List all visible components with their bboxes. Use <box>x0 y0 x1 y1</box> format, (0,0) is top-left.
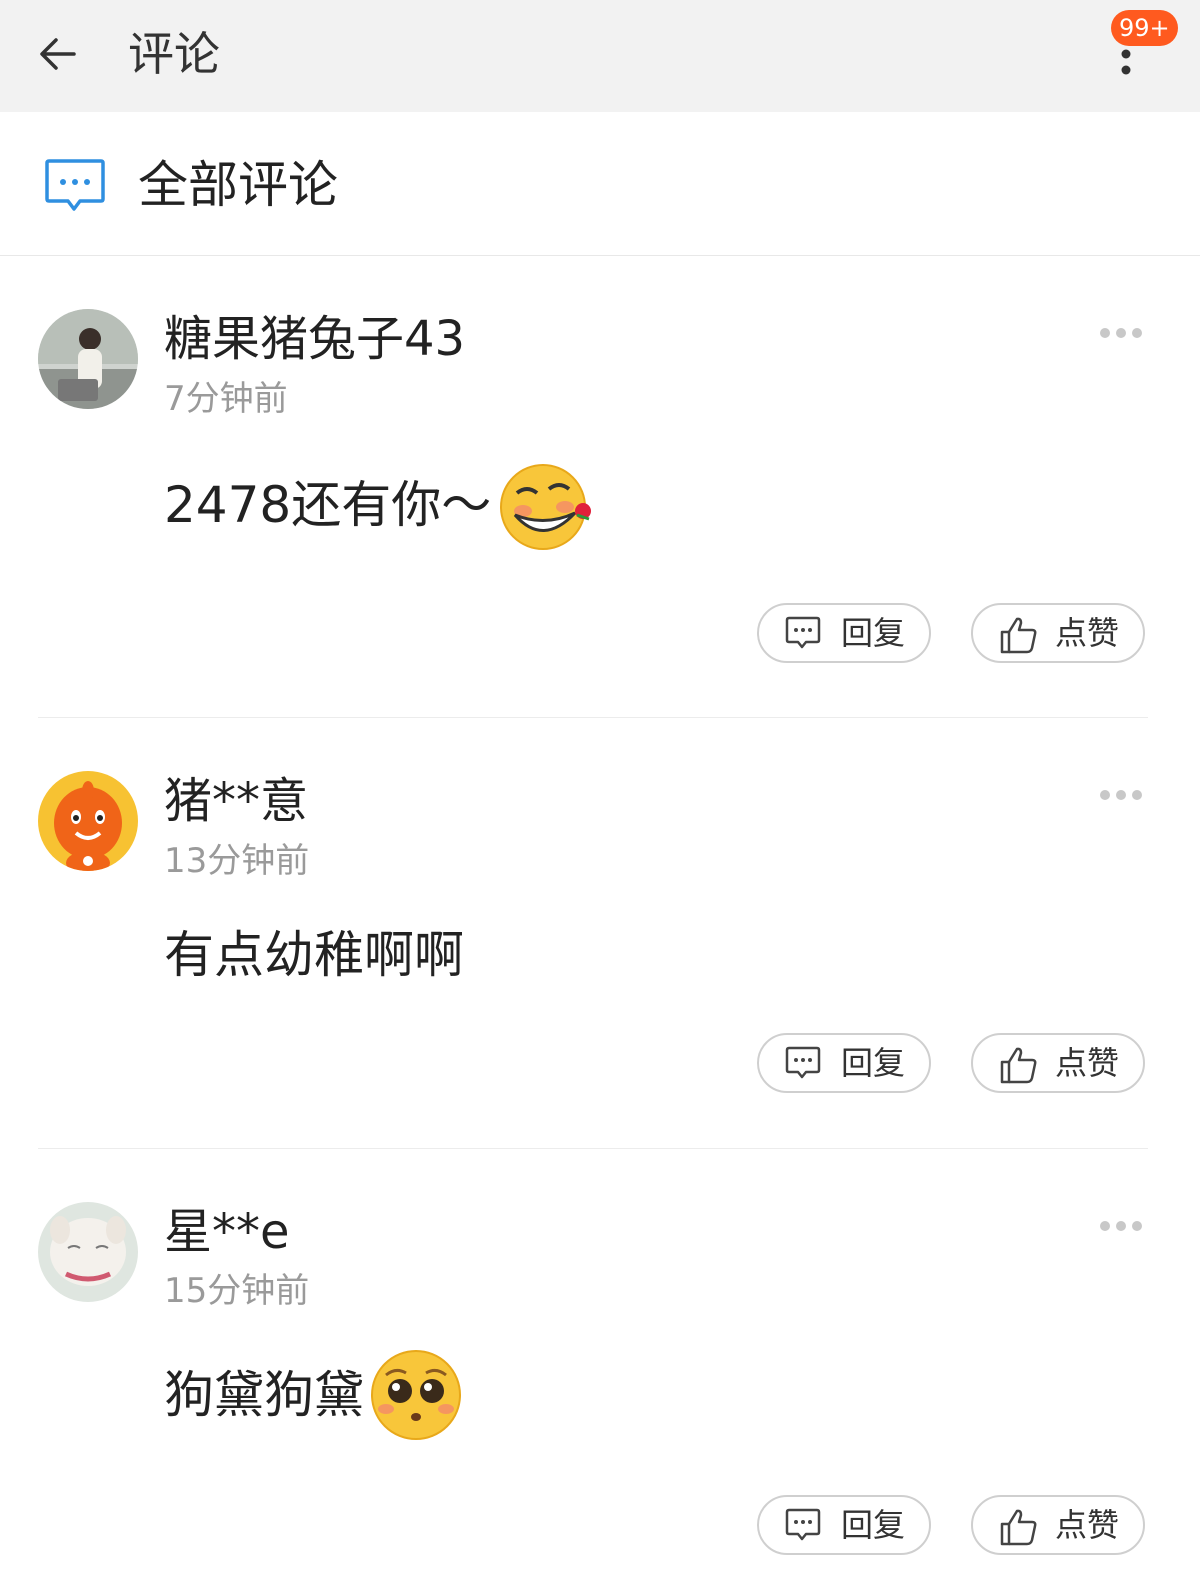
section-header: 全部评论 <box>0 112 1200 256</box>
reply-comment-icon <box>785 616 821 649</box>
more-horizontal-icon[interactable] <box>1098 1219 1144 1233</box>
avatar[interactable] <box>38 771 138 871</box>
comment-text: 2478还有你～ <box>164 455 597 555</box>
reply-button[interactable]: 回复 <box>757 603 931 663</box>
like-button[interactable]: 点赞 <box>971 1495 1145 1555</box>
grin-rose-emoji-icon <box>500 464 592 550</box>
like-label: 点赞 <box>1055 614 1120 652</box>
like-label: 点赞 <box>1055 1506 1120 1544</box>
like-button[interactable]: 点赞 <box>971 603 1145 663</box>
notification-badge: 99+ <box>1111 10 1178 46</box>
thumbs-up-icon <box>1000 1509 1037 1546</box>
comment-time: 13分钟前 <box>164 841 310 881</box>
comment-item: 星**e 15分钟前 狗黛狗黛 回复 点赞 <box>0 1149 1200 1588</box>
comment-text-content: 2478还有你～ <box>164 476 492 534</box>
reply-label: 回复 <box>841 1044 906 1082</box>
comment-bubble-icon <box>45 159 105 211</box>
comment-text-content: 狗黛狗黛 <box>164 1366 364 1424</box>
username[interactable]: 星**e <box>164 1202 290 1262</box>
reply-comment-icon <box>785 1046 821 1079</box>
comment-text-content: 有点幼稚啊啊 <box>164 926 464 984</box>
comment-item: 糖果猪兔子43 7分钟前 2478还有你～ 回复 点赞 <box>0 255 1200 717</box>
reply-button[interactable]: 回复 <box>757 1033 931 1093</box>
comment-item: 猪**意 13分钟前 有点幼稚啊啊 回复 点赞 <box>0 718 1200 1148</box>
reply-comment-icon <box>785 1508 821 1541</box>
username[interactable]: 糖果猪兔子43 <box>164 309 465 369</box>
top-bar: 评论 99+ <box>0 0 1200 112</box>
reply-button[interactable]: 回复 <box>757 1495 931 1555</box>
avatar[interactable] <box>38 1202 138 1302</box>
username[interactable]: 猪**意 <box>164 771 308 831</box>
page-title: 评论 <box>128 27 220 81</box>
more-horizontal-icon[interactable] <box>1098 788 1144 802</box>
thumbs-up-icon <box>1000 617 1037 654</box>
comment-time: 15分钟前 <box>164 1271 310 1311</box>
comment-text: 有点幼稚啊啊 <box>164 920 464 990</box>
comment-text: 狗黛狗黛 <box>164 1347 464 1443</box>
section-title: 全部评论 <box>138 156 338 214</box>
avatar[interactable] <box>38 309 138 409</box>
like-button[interactable]: 点赞 <box>971 1033 1145 1093</box>
more-options-icon[interactable] <box>1108 40 1144 80</box>
like-label: 点赞 <box>1055 1044 1120 1082</box>
comment-time: 7分钟前 <box>164 379 288 419</box>
pleading-emoji-icon <box>371 1350 461 1440</box>
reply-label: 回复 <box>841 614 906 652</box>
more-horizontal-icon[interactable] <box>1098 326 1144 340</box>
reply-label: 回复 <box>841 1506 906 1544</box>
back-arrow-icon[interactable] <box>34 30 82 78</box>
thumbs-up-icon <box>1000 1047 1037 1084</box>
